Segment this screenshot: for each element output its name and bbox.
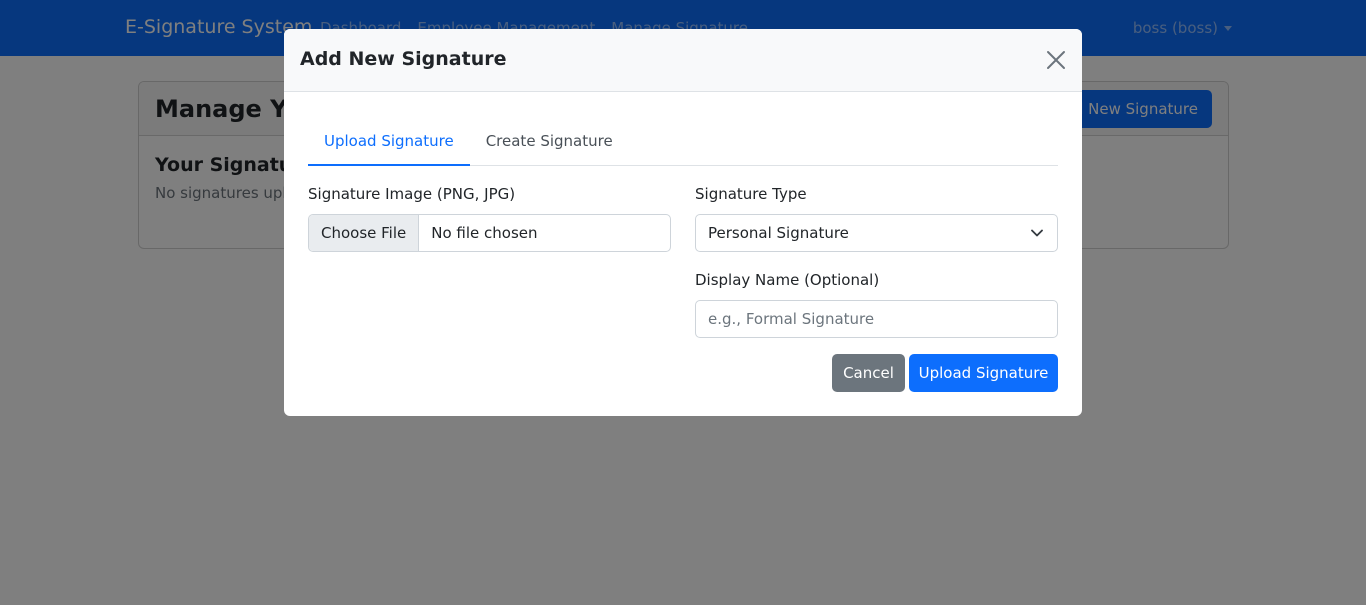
choose-file-button[interactable]: Choose File [309,215,420,251]
chevron-down-icon [1031,229,1043,237]
close-button[interactable] [1044,48,1068,72]
close-icon [1047,51,1065,69]
display-name-label: Display Name (Optional) [695,271,880,289]
file-status: No file chosen [431,224,538,242]
signature-image-label: Signature Image (PNG, JPG) [308,185,516,203]
tab-create-signature[interactable]: Create Signature [470,124,629,166]
signature-type-value: Personal Signature [708,224,849,242]
signature-type-label: Signature Type [695,185,807,203]
signature-file-input[interactable]: Choose File No file chosen [308,214,671,252]
modal-header: Add New Signature [284,29,1082,92]
display-name-input[interactable] [695,300,1058,338]
modal-title: Add New Signature [300,48,507,70]
upload-signature-button[interactable]: Upload Signature [909,354,1058,392]
tab-upload-signature[interactable]: Upload Signature [308,124,470,166]
signature-type-select[interactable]: Personal Signature [695,214,1058,252]
add-signature-modal: Add New Signature Upload Signature Creat… [284,29,1082,416]
signature-tabs: Upload Signature Create Signature [308,124,1058,166]
cancel-button[interactable]: Cancel [832,354,905,392]
